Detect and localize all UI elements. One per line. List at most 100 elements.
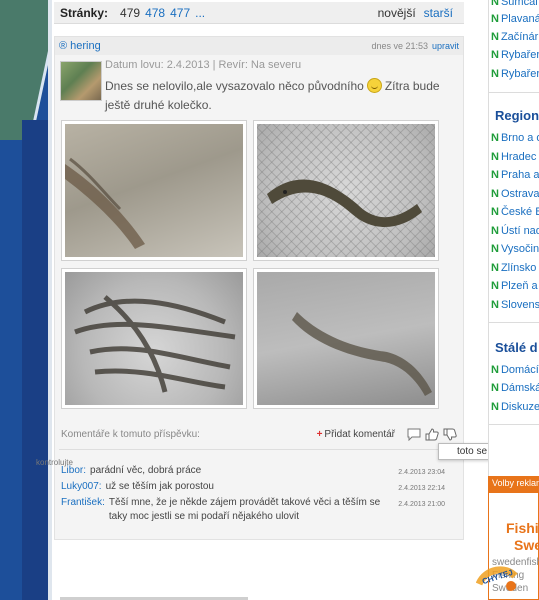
pager-link-more[interactable]: ... [195, 6, 205, 20]
ad-title-line-2: Swe [514, 537, 539, 553]
sidebar-link-label: České B [500, 206, 539, 218]
new-badge-icon: N [491, 31, 499, 43]
sidebar-link[interactable]: N Plzeň a [491, 280, 539, 292]
sidebar-link-label: Ústí nad [500, 225, 539, 237]
new-badge-icon: N [491, 382, 499, 394]
sidebar-link[interactable]: N Dámská [491, 382, 539, 394]
comment-icon[interactable] [407, 428, 421, 441]
post-author-link[interactable]: ® hering [59, 40, 101, 52]
sidebar-link-label: Plavaná [500, 13, 539, 25]
sidebar-link-label: Začínár [500, 31, 539, 43]
new-badge-icon: N [491, 299, 499, 311]
new-badge-icon: N [491, 68, 499, 80]
new-badge-icon: N [491, 225, 499, 237]
add-comment-label: Přidat komentář [324, 428, 395, 440]
photo-thumbnail[interactable] [253, 268, 439, 409]
pager-link-477[interactable]: 477 [170, 6, 190, 20]
pager-bar: Stránky: 479 478 477 ... novější starší [54, 2, 464, 24]
comment-timestamp: 2.4.2013 23:04 [398, 469, 445, 476]
sidebar-link-label: Dámská [500, 382, 539, 394]
comment-author-link[interactable]: Luky007: [61, 480, 102, 496]
pager-older-link[interactable]: starší [424, 6, 453, 20]
comment-timestamp: 2.4.2013 22:14 [398, 485, 445, 492]
edit-link[interactable]: upravit [432, 41, 459, 51]
new-badge-icon: N [491, 151, 499, 163]
ad-title[interactable]: Fishi Swe [506, 520, 539, 554]
sidebar-link[interactable]: N Vysočin [491, 243, 539, 255]
sidebar-link-label: Brno a o [500, 132, 539, 144]
comment-bar: Komentáře k tomuto příspěvku: + Přidat ko… [61, 424, 457, 444]
sidebar-link[interactable]: N Ústí nad [491, 225, 539, 237]
comment-item: Luky007: už se těším jak porostou 2.4.20… [61, 480, 445, 496]
sidebar-link-label: Rybařer [500, 68, 539, 80]
sidebar-link[interactable]: N Domácí [491, 364, 539, 376]
new-badge-icon: N [491, 243, 499, 255]
sidebar-link[interactable]: N Brno a o [491, 132, 539, 144]
left-stripe [22, 120, 50, 600]
sidebar-link[interactable]: N Slovens [491, 299, 539, 311]
sidebar-link[interactable]: N České B [491, 206, 539, 218]
sidebar-link[interactable]: N Diskuze [491, 401, 539, 413]
sidebar-link[interactable]: N Rybařer [491, 68, 539, 80]
comment-text: už se těším jak porostou [105, 481, 214, 492]
pager-link-478[interactable]: 478 [145, 6, 165, 20]
new-badge-icon: N [491, 13, 499, 25]
ad-misc-text: kontrolujte [36, 458, 73, 467]
thumbs-down-icon[interactable] [443, 428, 457, 441]
sidebar-link[interactable]: N Začínár [491, 31, 539, 43]
comment-author-link[interactable]: František: [61, 496, 105, 524]
sidebar-link-label: Sumcai [500, 0, 538, 8]
new-badge-icon: N [491, 262, 499, 274]
post-text: Dnes se nelovilo,ale vysazovalo něco pův… [105, 77, 455, 115]
new-badge-icon: N [491, 49, 499, 61]
post-header: ® hering dnes ve 21:53 upravit [55, 37, 463, 55]
new-badge-icon: N [491, 364, 499, 376]
fish-photo-image [257, 124, 435, 257]
add-comment-link[interactable]: + Přidat komentář [317, 429, 395, 440]
smiley-icon [366, 78, 382, 93]
photo-thumbnail[interactable] [253, 120, 439, 261]
sidebar-section-title: Region [495, 108, 539, 123]
fish-photo-image [65, 272, 243, 405]
new-badge-icon: N [491, 206, 499, 218]
sidebar-link-label: Vysočin [500, 243, 539, 255]
sidebar-link[interactable]: N Ostrava [491, 188, 539, 200]
pager-newer: novější [377, 5, 416, 20]
photo-thumbnail[interactable] [61, 120, 247, 261]
pager-current-page: 479 [120, 5, 141, 20]
sidebar-link[interactable]: N Praha a [491, 169, 539, 181]
sidebar-link[interactable]: N Hradec [491, 151, 539, 163]
post-meta: Datum lovu: 2.4.2013 | Revír: Na severu [105, 59, 302, 71]
pager-label: Stránky: [60, 5, 109, 20]
sidebar-link-label: Slovens [500, 299, 539, 311]
fish-photo-image [65, 124, 243, 257]
new-badge-icon: N [491, 169, 499, 181]
avatar[interactable] [60, 61, 102, 101]
plus-icon: + [316, 428, 323, 440]
sidebar-divider [489, 92, 539, 93]
post-timestamp: dnes ve 21:53 [371, 41, 428, 51]
new-badge-icon: N [491, 401, 499, 413]
sidebar-divider [489, 424, 539, 425]
comment-item: Libor: parádní věc, dobrá práce 2.4.2013… [61, 464, 445, 480]
sidebar-link-label: Domácí [500, 364, 539, 376]
sidebar-link[interactable]: N Zlínsko [491, 262, 539, 274]
sidebar-link-label: Rybařer [500, 49, 539, 61]
thumbs-up-icon[interactable] [425, 427, 439, 441]
sidebar-link-label: Hradec [500, 151, 537, 163]
sidebar-link[interactable]: N Rybařer [491, 49, 539, 61]
comments-heading: Komentáře k tomuto příspěvku: [61, 428, 200, 440]
post-card: ® hering dnes ve 21:53 upravit Datum lov… [54, 36, 464, 540]
new-badge-icon: N [491, 0, 499, 8]
ad-options-link[interactable]: Volby reklam [488, 476, 539, 492]
photo-thumbnail[interactable] [61, 268, 247, 409]
sidebar-link-label: Praha a [500, 169, 539, 181]
new-badge-icon: N [491, 280, 499, 292]
new-badge-icon: N [491, 188, 499, 200]
sidebar-link-label: Ostrava [500, 188, 539, 200]
sidebar-link-label: Zlínsko [500, 262, 537, 274]
sidebar-link-label: Plzeň a [500, 280, 538, 292]
chytej-badge-icon[interactable]: CHYTEJ [476, 560, 518, 594]
sidebar-link[interactable]: N Plavaná [491, 13, 539, 25]
sidebar-link[interactable]: N Sumcai [491, 0, 539, 8]
